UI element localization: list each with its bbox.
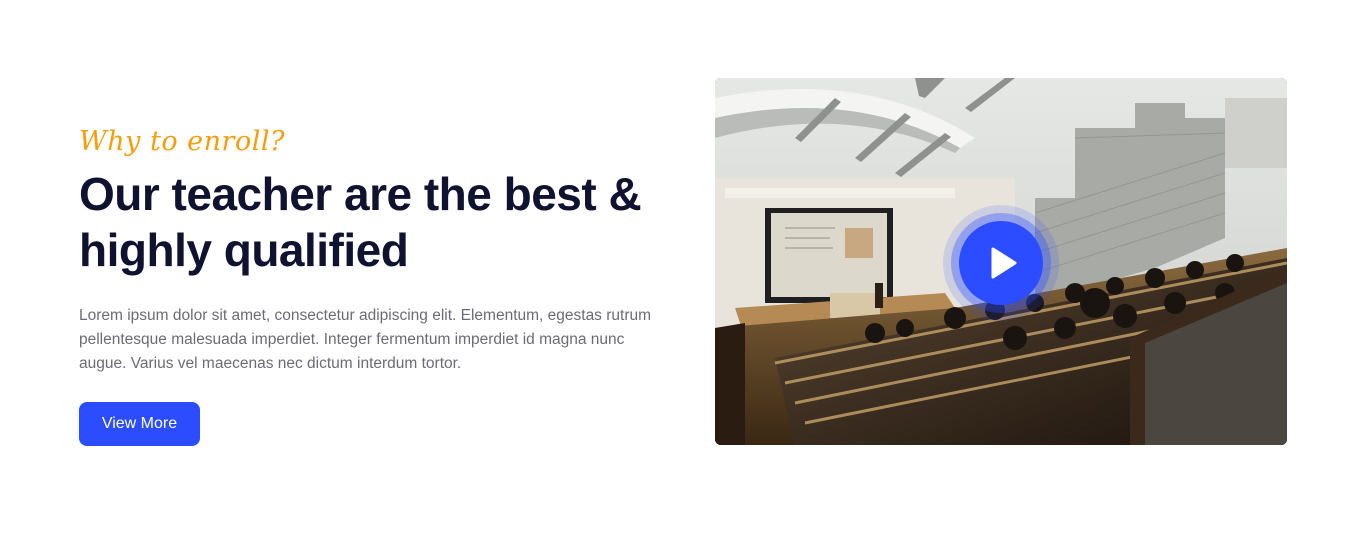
title-line-1: Our teacher are the best & — [79, 168, 642, 220]
video-thumbnail[interactable] — [715, 78, 1287, 445]
section-eyebrow: Why to enroll? — [79, 126, 285, 157]
view-more-button[interactable]: View More — [79, 402, 200, 446]
title-line-2: highly qualified — [79, 224, 409, 276]
play-icon — [991, 247, 1017, 279]
section-title: Our teacher are the best & highly qualif… — [79, 166, 679, 278]
enroll-section: Why to enroll? Our teacher are the best … — [0, 0, 1365, 548]
enroll-text-block: Why to enroll? Our teacher are the best … — [79, 124, 679, 446]
play-button[interactable] — [959, 221, 1043, 305]
section-description: Lorem ipsum dolor sit amet, consectetur … — [79, 307, 652, 372]
